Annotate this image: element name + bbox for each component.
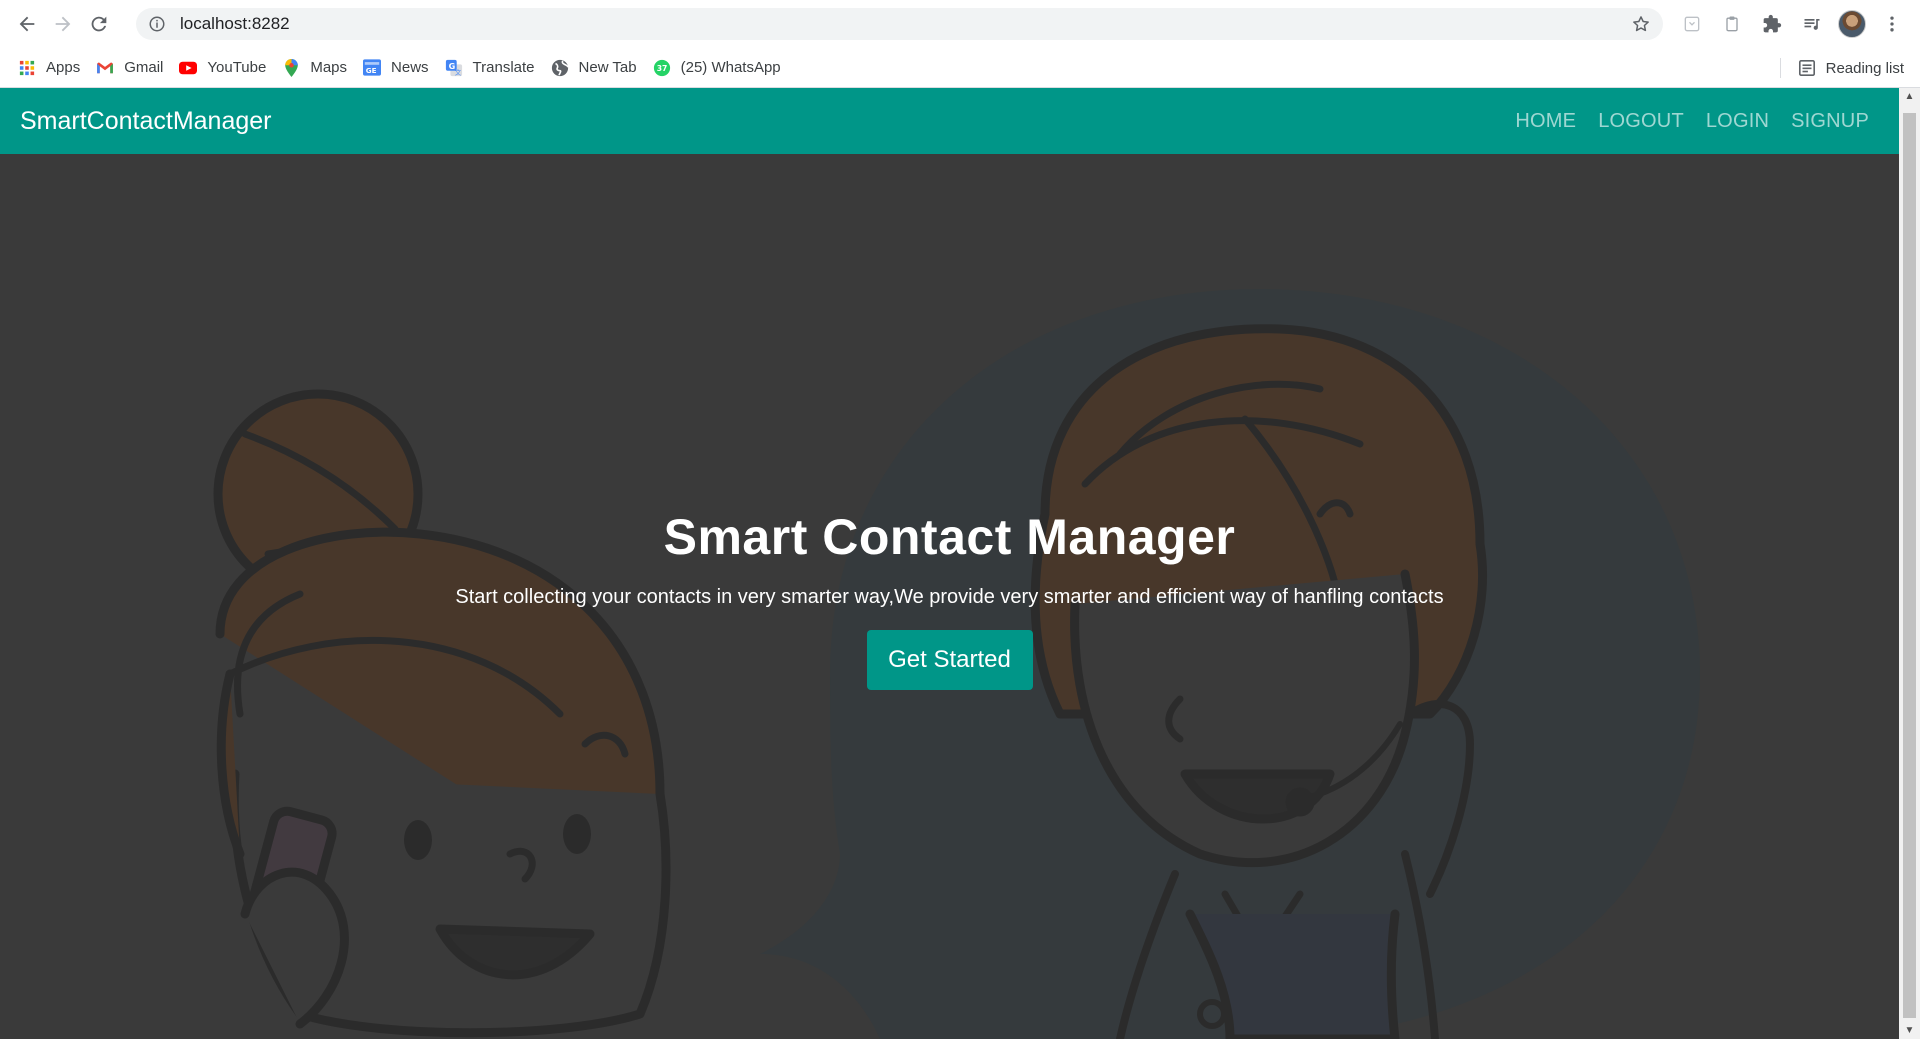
site-navbar: SmartContactManager HOME LOGOUT LOGIN SI…: [0, 88, 1899, 154]
bookmark-label: YouTube: [207, 59, 267, 76]
url-text: localhost:8282: [180, 14, 290, 33]
svg-text:GE: GE: [366, 66, 377, 75]
brand-link[interactable]: SmartContactManager: [20, 107, 272, 136]
bookmark-maps[interactable]: Maps: [274, 54, 355, 82]
avatar: [1838, 10, 1866, 38]
bookmark-news[interactable]: GE News: [355, 54, 437, 82]
bookmark-label: Maps: [310, 59, 348, 76]
reload-icon: [91, 16, 107, 32]
bookmark-youtube[interactable]: YouTube: [171, 54, 274, 82]
whatsapp-icon: 37: [653, 59, 671, 77]
svg-text:文: 文: [454, 67, 461, 76]
bookmark-label: Translate: [472, 59, 535, 76]
page-viewport: SmartContactManager HOME LOGOUT LOGIN SI…: [0, 88, 1899, 1039]
bookmark-label: (25) WhatsApp: [680, 59, 781, 76]
hero-title: Smart Contact Manager: [663, 509, 1236, 565]
puzzle-icon: [1763, 14, 1782, 33]
nav-login-link[interactable]: LOGIN: [1706, 110, 1769, 133]
whatsapp-badge: 37: [656, 64, 667, 73]
bookmark-label: News: [391, 59, 429, 76]
reading-list-label: Reading list: [1825, 59, 1904, 77]
site-info-icon[interactable]: [148, 15, 166, 33]
reading-list-button[interactable]: Reading list: [1790, 54, 1912, 82]
bookmark-label: Gmail: [124, 59, 164, 76]
reading-list-icon: [1798, 59, 1816, 77]
apps-grid-icon: [18, 59, 36, 77]
bookmark-apps[interactable]: Apps: [10, 54, 88, 82]
scroll-down-arrow-icon[interactable]: ▼: [1899, 1022, 1920, 1039]
extensions-area: [1672, 8, 1912, 40]
bookmarks-divider: [1780, 58, 1781, 78]
page-scrollbar[interactable]: ▲ ▼: [1899, 88, 1920, 1039]
bookmark-new-tab[interactable]: New Tab: [543, 54, 645, 82]
extension-clipboard-button[interactable]: [1712, 8, 1752, 40]
clipboard-icon: [1726, 16, 1738, 32]
globe-icon: [551, 59, 569, 77]
reload-button[interactable]: [81, 6, 117, 42]
bookmark-label: Apps: [46, 59, 81, 76]
translate-icon: G文: [445, 59, 463, 77]
scrollbar-thumb[interactable]: [1903, 113, 1916, 1018]
forward-button[interactable]: [45, 6, 81, 42]
bookmark-star-icon[interactable]: [1631, 14, 1651, 34]
scroll-up-arrow-icon[interactable]: ▲: [1899, 88, 1920, 105]
nav-home-link[interactable]: HOME: [1515, 110, 1576, 133]
youtube-icon: [179, 59, 198, 77]
nav-signup-link[interactable]: SIGNUP: [1791, 110, 1869, 133]
get-started-button[interactable]: Get Started: [866, 630, 1033, 690]
media-queue-button[interactable]: [1792, 8, 1832, 40]
gmail-icon: [96, 59, 114, 77]
bookmarks-bar: Apps Gmail YouTube Maps GE News G文 Trans…: [0, 48, 1920, 88]
browser-toolbar: localhost:8282: [0, 0, 1920, 48]
extensions-puzzle-button[interactable]: [1752, 8, 1792, 40]
profile-button[interactable]: [1832, 8, 1872, 40]
bookmark-label: New Tab: [578, 59, 637, 76]
hero-subtitle: Start collecting your contacts in very s…: [455, 586, 1444, 608]
queue-music-icon: [1804, 19, 1820, 30]
browser-menu-button[interactable]: [1872, 8, 1912, 40]
arrow-left-icon: [19, 16, 35, 32]
nav-links: HOME LOGOUT LOGIN SIGNUP: [1493, 88, 1869, 154]
address-bar[interactable]: localhost:8282: [136, 8, 1663, 40]
back-button[interactable]: [9, 6, 45, 42]
arrow-right-icon: [55, 16, 71, 32]
bookmark-whatsapp[interactable]: 37 (25) WhatsApp: [645, 54, 789, 82]
hero-content: Smart Contact Manager Start collecting y…: [0, 508, 1899, 690]
extension-square-icon: [1684, 16, 1700, 32]
nav-logout-link[interactable]: LOGOUT: [1598, 110, 1684, 133]
bookmark-translate[interactable]: G文 Translate: [437, 54, 543, 82]
maps-icon: [282, 58, 300, 77]
bookmark-gmail[interactable]: Gmail: [88, 54, 171, 82]
news-icon: GE: [363, 59, 382, 77]
extension-pocket-button[interactable]: [1672, 8, 1712, 40]
kebab-menu-icon: [1890, 16, 1894, 32]
hero-banner: Smart Contact Manager Start collecting y…: [0, 154, 1899, 1039]
